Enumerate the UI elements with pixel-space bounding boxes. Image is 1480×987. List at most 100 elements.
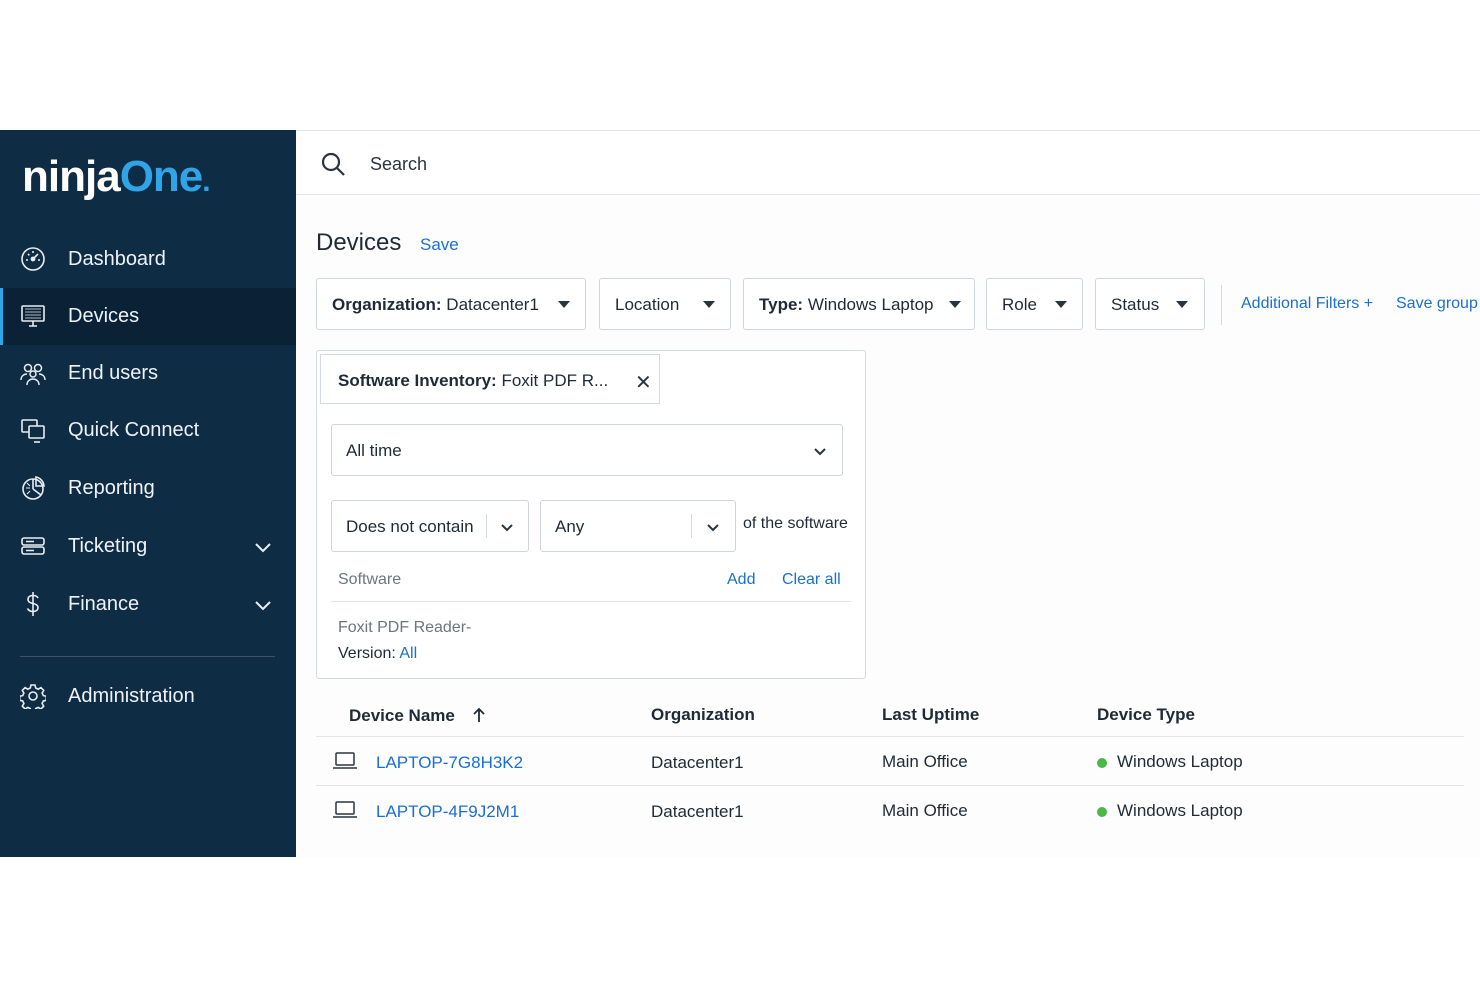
sidebar-item-devices[interactable]: Devices: [0, 288, 296, 345]
organization-cell: Datacenter1: [651, 753, 744, 772]
chevron-down-icon: [814, 448, 826, 456]
users-icon: [20, 363, 46, 386]
filter-label: Location: [615, 295, 680, 314]
sidebar-item-administration[interactable]: Administration: [0, 668, 296, 725]
column-header-last-uptime[interactable]: Last Uptime: [882, 705, 979, 725]
search-bar[interactable]: Search: [296, 131, 1480, 195]
additional-filters-link[interactable]: Additional Filters +: [1241, 295, 1373, 313]
filter-organization[interactable]: Organization: Datacenter1: [316, 278, 586, 330]
filter-label: Status: [1111, 295, 1160, 314]
filter-label: Role: [1002, 295, 1037, 314]
software-entry-name: Foxit PDF Reader-: [338, 619, 472, 636]
device-name-link[interactable]: LAPTOP-7G8H3K2: [376, 753, 523, 773]
search-icon: [321, 152, 345, 176]
status-dot: [1097, 807, 1107, 817]
select-value: All time: [346, 441, 402, 460]
sidebar: ninjaOne. Dashboard Devices End users Qu…: [0, 130, 296, 857]
quick-connect-icon: [21, 419, 45, 443]
filter-key: Organization:: [332, 295, 442, 314]
last-uptime-cell: Main Office: [882, 801, 968, 820]
filter-value: Windows Laptop: [807, 295, 934, 314]
time-range-select[interactable]: All time: [331, 424, 843, 476]
sidebar-item-label: Reporting: [68, 477, 155, 499]
filter-divider: [1221, 285, 1222, 325]
dollar-icon: [26, 592, 39, 616]
select-divider: [691, 514, 692, 538]
sidebar-item-finance[interactable]: Finance: [0, 576, 296, 633]
ticketing-icon: [21, 537, 45, 555]
clear-all-link[interactable]: Clear all: [782, 571, 841, 589]
laptop-icon: [333, 801, 357, 818]
chip-value: Foxit PDF R...: [501, 371, 609, 390]
device-type-cell: Windows Laptop: [1117, 801, 1243, 820]
search-input[interactable]: Search: [370, 154, 427, 175]
pie-chart-icon: [22, 476, 45, 500]
sort-arrow-up-icon[interactable]: [472, 707, 486, 723]
save-view-link[interactable]: Save: [420, 235, 459, 255]
sidebar-item-label: Devices: [68, 305, 140, 327]
software-filter-panel: Software Inventory: Foxit PDF R... ✕ All…: [316, 350, 866, 679]
device-type-cell: Windows Laptop: [1117, 752, 1243, 771]
version-value-link[interactable]: All: [399, 645, 417, 662]
column-header-device-name[interactable]: Device Name: [349, 705, 485, 726]
chevron-down-icon[interactable]: [252, 594, 274, 616]
add-software-link[interactable]: Add: [727, 571, 755, 589]
caret-down-icon: [558, 301, 570, 308]
sidebar-item-reporting[interactable]: Reporting: [0, 460, 296, 517]
organization-cell: Datacenter1: [651, 802, 744, 821]
app-window: ninjaOne. Dashboard Devices End users Qu…: [0, 130, 1480, 857]
gear-icon: [20, 684, 46, 709]
select-value: Does not contain: [346, 517, 474, 536]
software-list-label: Software: [338, 571, 402, 588]
filter-type[interactable]: Type: Windows Laptop: [743, 278, 975, 330]
filter-role[interactable]: Role: [986, 278, 1083, 330]
monitor-icon: [21, 305, 45, 327]
filter-location[interactable]: Location: [599, 278, 731, 330]
select-value: Any: [555, 517, 585, 536]
caret-down-icon: [1176, 301, 1188, 308]
ninjaone-logo[interactable]: ninjaOne.: [22, 152, 211, 202]
quantifier-select[interactable]: Any: [540, 500, 736, 552]
version-label: Version:: [338, 645, 396, 662]
chip-key: Software Inventory:: [338, 371, 497, 390]
save-group-link[interactable]: Save group: [1396, 295, 1478, 313]
status-dot: [1097, 758, 1107, 768]
filter-value: Datacenter1: [446, 295, 539, 314]
logo-text-one: One: [119, 152, 204, 201]
logo-dot: .: [202, 165, 210, 198]
close-icon[interactable]: ✕: [635, 370, 652, 395]
sidebar-item-ticketing[interactable]: Ticketing: [0, 518, 296, 575]
caret-down-icon: [703, 301, 715, 308]
sidebar-item-label: Ticketing: [68, 535, 148, 557]
chevron-down-icon: [707, 524, 719, 532]
sidebar-item-end-users[interactable]: End users: [0, 345, 296, 402]
sidebar-item-quick-connect[interactable]: Quick Connect: [0, 402, 296, 459]
sidebar-item-label: Administration: [68, 685, 195, 707]
software-entry-version: Version: All: [338, 645, 417, 663]
chevron-down-icon[interactable]: [252, 536, 274, 558]
filter-key: Type:: [759, 295, 804, 314]
software-inventory-chip[interactable]: Software Inventory: Foxit PDF R... ✕: [320, 354, 660, 404]
main-content: Search Devices Save Organization: Datace…: [296, 130, 1480, 857]
filter-status[interactable]: Status: [1095, 278, 1205, 330]
condition-select[interactable]: Does not contain: [331, 500, 529, 552]
sidebar-item-label: Quick Connect: [68, 419, 200, 441]
condition-suffix-text: of the software: [743, 515, 848, 532]
column-header-label: Device Name: [349, 706, 455, 725]
column-header-organization[interactable]: Organization: [651, 705, 755, 725]
sidebar-item-label: Finance: [68, 593, 140, 615]
laptop-icon: [333, 752, 357, 769]
page-title: Devices: [316, 229, 402, 256]
table-row[interactable]: LAPTOP-7G8H3K2 Datacenter1 Main Office W…: [316, 736, 1464, 785]
panel-divider: [331, 601, 851, 602]
chevron-down-icon: [501, 524, 513, 532]
sidebar-item-dashboard[interactable]: Dashboard: [0, 231, 296, 288]
last-uptime-cell: Main Office: [882, 752, 968, 771]
table-row[interactable]: LAPTOP-4F9J2M1 Datacenter1 Main Office W…: [316, 785, 1464, 834]
sidebar-item-label: Dashboard: [68, 248, 166, 270]
select-divider: [486, 514, 487, 538]
device-name-link[interactable]: LAPTOP-4F9J2M1: [376, 802, 519, 822]
caret-down-icon: [1055, 301, 1067, 308]
sidebar-divider: [20, 656, 275, 657]
column-header-device-type[interactable]: Device Type: [1097, 705, 1195, 725]
